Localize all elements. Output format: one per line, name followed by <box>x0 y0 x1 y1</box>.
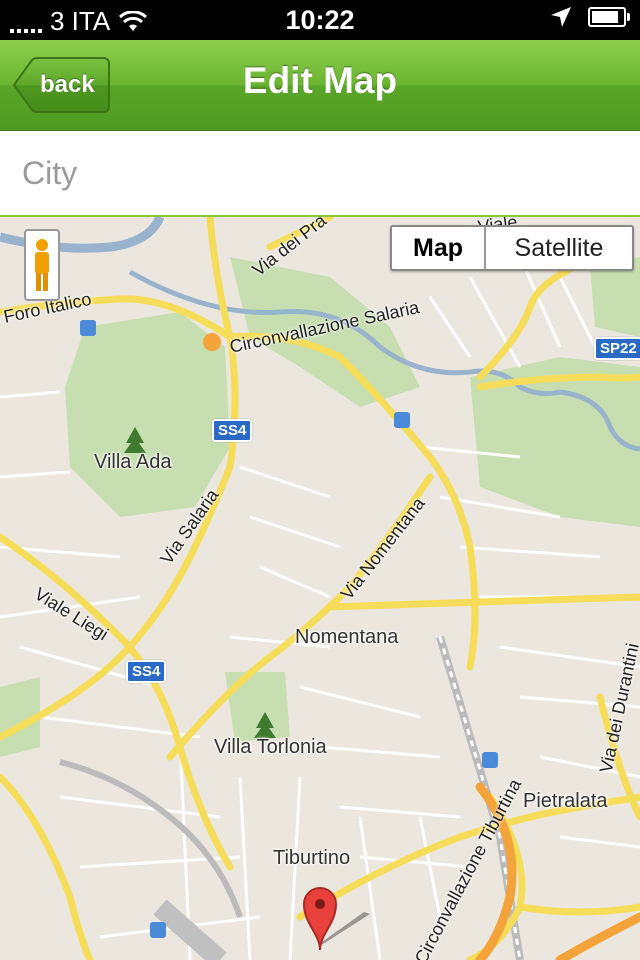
city-search-bar <box>0 131 640 217</box>
place-label: Villa Torlonia <box>214 736 327 758</box>
route-shield: SS4 <box>212 419 253 442</box>
place-label: Villa Ada <box>94 451 172 473</box>
place-label: Nomentana <box>295 626 399 648</box>
battery-fill <box>592 11 618 23</box>
clock: 10:22 <box>285 5 355 35</box>
place-label: Pietralata <box>523 790 608 812</box>
pegman-icon <box>35 239 49 291</box>
map-view[interactable]: Villa Ada Villa Torlonia Nomentana Tibur… <box>0 217 640 960</box>
page-title: Edit Map <box>242 60 398 101</box>
map-type-map-button[interactable]: Map <box>392 227 486 269</box>
status-bar: 3 ITA 10:22 <box>0 0 640 40</box>
map-type-toggle: Map Satellite <box>390 225 634 271</box>
nav-bar: back Edit Map <box>0 40 640 131</box>
map-pin-icon[interactable] <box>300 884 370 959</box>
place-label: Tiburtino <box>273 847 351 869</box>
city-input[interactable] <box>0 131 640 215</box>
route-shield: SP22 <box>594 337 640 360</box>
location-arrow-icon <box>551 7 571 27</box>
map-type-satellite-button[interactable]: Satellite <box>486 227 632 269</box>
battery-icon <box>588 7 630 27</box>
route-shield: SS4 <box>126 660 167 683</box>
status-right <box>550 6 630 28</box>
street-view-pegman-button[interactable] <box>24 229 60 301</box>
